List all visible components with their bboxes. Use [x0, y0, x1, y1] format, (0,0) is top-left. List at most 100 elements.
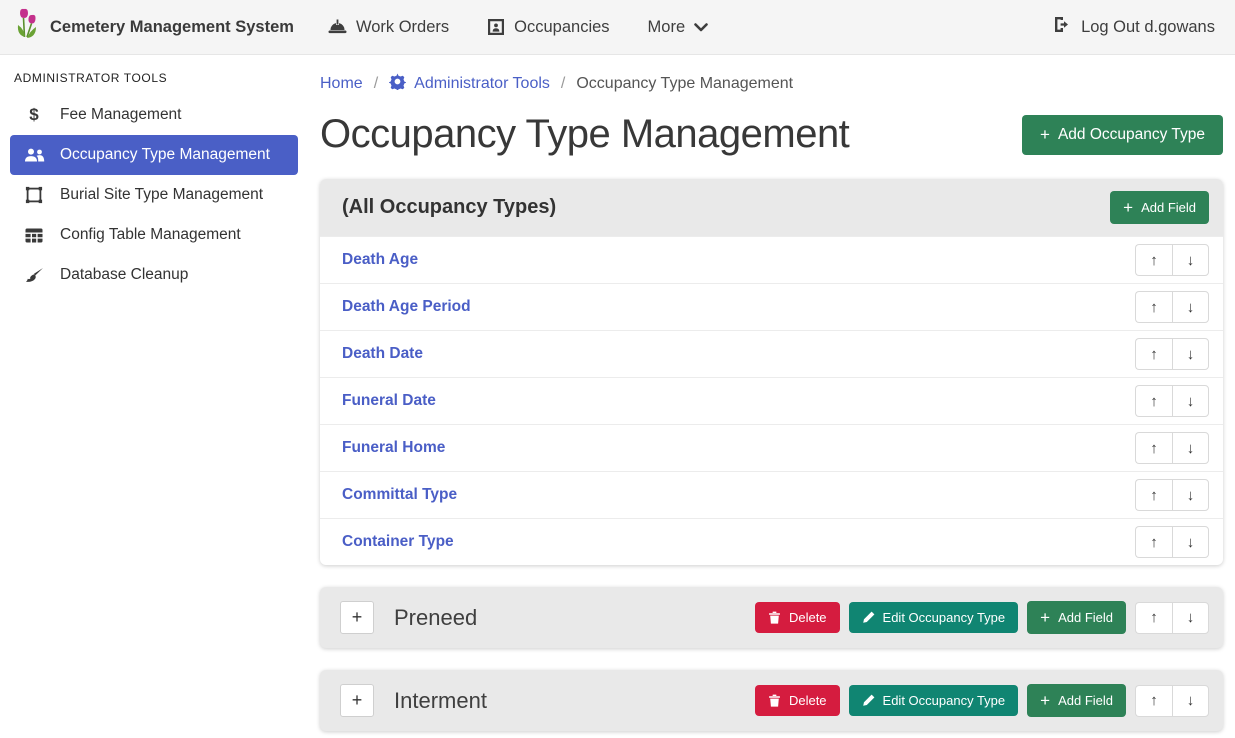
field-link-container-type[interactable]: Container Type — [334, 533, 454, 551]
sidebar-item-fee-management[interactable]: $ Fee Management — [10, 95, 298, 135]
sidebar: Administrator Tools $ Fee Management Occ… — [0, 55, 308, 738]
sidebar-item-label: Fee Management — [60, 106, 182, 124]
field-row: Funeral Date ↑ ↓ — [320, 377, 1223, 424]
tulip-logo-icon — [14, 7, 40, 48]
breadcrumb-current: Occupancy Type Management — [576, 75, 793, 93]
reorder-group: ↑ ↓ — [1135, 291, 1209, 323]
move-down-button[interactable]: ↓ — [1172, 385, 1209, 417]
move-down-button[interactable]: ↓ — [1172, 602, 1209, 634]
dollar-icon: $ — [23, 105, 45, 125]
expand-button[interactable]: + — [340, 684, 374, 717]
delete-label: Delete — [789, 610, 827, 625]
hardhat-icon — [328, 19, 347, 36]
move-down-button[interactable]: ↓ — [1172, 479, 1209, 511]
move-down-button[interactable]: ↓ — [1172, 526, 1209, 558]
breadcrumb-separator: / — [561, 75, 565, 93]
field-row: Committal Type ↑ ↓ — [320, 471, 1223, 518]
sidebar-item-occupancy-type-management[interactable]: Occupancy Type Management — [10, 135, 298, 175]
sidebar-item-burial-site-type-management[interactable]: Burial Site Type Management — [10, 175, 298, 215]
sidebar-item-label: Occupancy Type Management — [60, 146, 270, 164]
delete-button[interactable]: Delete — [755, 602, 840, 633]
edit-occupancy-type-button[interactable]: Edit Occupancy Type — [849, 602, 1019, 633]
field-link-death-age-period[interactable]: Death Age Period — [334, 298, 471, 316]
move-up-button[interactable]: ↑ — [1135, 432, 1172, 464]
move-up-button[interactable]: ↑ — [1135, 685, 1172, 717]
plus-icon: + — [1040, 609, 1050, 626]
sidebar-list: $ Fee Management Occupancy Type Manageme… — [0, 95, 308, 295]
field-row: Death Age Period ↑ ↓ — [320, 283, 1223, 330]
move-up-button[interactable]: ↑ — [1135, 291, 1172, 323]
edit-occupancy-type-label: Edit Occupancy Type — [883, 693, 1006, 708]
panel-title: (All Occupancy Types) — [342, 196, 556, 219]
broom-icon — [23, 267, 45, 283]
add-field-button[interactable]: + Add Field — [1110, 191, 1209, 224]
plus-icon: + — [1123, 199, 1133, 216]
table-icon — [23, 228, 45, 243]
move-up-button[interactable]: ↑ — [1135, 385, 1172, 417]
add-field-button[interactable]: + Add Field — [1027, 684, 1126, 717]
breadcrumb-admin-tools-link[interactable]: Administrator Tools — [389, 73, 550, 95]
logout-button[interactable]: Log Out d.gowans — [1053, 16, 1215, 38]
add-field-label: Add Field — [1141, 200, 1196, 215]
occupancy-type-actions: Delete Edit Occupancy Type + Add Field ↑ — [755, 601, 1209, 634]
expand-button[interactable]: + — [340, 601, 374, 634]
all-occupancy-types-panel: (All Occupancy Types) + Add Field Death … — [320, 179, 1223, 565]
plus-icon: + — [1040, 692, 1050, 709]
move-down-button[interactable]: ↓ — [1172, 338, 1209, 370]
trash-icon — [768, 694, 781, 707]
field-link-death-age[interactable]: Death Age — [334, 251, 418, 269]
reorder-group: ↑ ↓ — [1135, 479, 1209, 511]
move-up-button[interactable]: ↑ — [1135, 526, 1172, 558]
field-row: Container Type ↑ ↓ — [320, 518, 1223, 565]
main-content: Home / Administrator Tools / Occupancy T… — [308, 55, 1235, 738]
move-up-button[interactable]: ↑ — [1135, 479, 1172, 511]
all-occupancy-types-header: (All Occupancy Types) + Add Field — [320, 179, 1223, 236]
edit-occupancy-type-label: Edit Occupancy Type — [883, 610, 1006, 625]
users-icon — [23, 148, 45, 163]
logout-icon — [1053, 16, 1072, 38]
sidebar-item-config-table-management[interactable]: Config Table Management — [10, 215, 298, 255]
delete-button[interactable]: Delete — [755, 685, 840, 716]
reorder-group: ↑ ↓ — [1135, 685, 1209, 717]
nav-work-orders[interactable]: Work Orders — [328, 18, 449, 37]
add-field-button[interactable]: + Add Field — [1027, 601, 1126, 634]
reorder-group: ↑ ↓ — [1135, 385, 1209, 417]
move-down-button[interactable]: ↓ — [1172, 685, 1209, 717]
field-row: Death Date ↑ ↓ — [320, 330, 1223, 377]
field-link-committal-type[interactable]: Committal Type — [334, 486, 457, 504]
move-down-button[interactable]: ↓ — [1172, 244, 1209, 276]
field-link-funeral-date[interactable]: Funeral Date — [334, 392, 436, 410]
add-field-label: Add Field — [1058, 610, 1113, 625]
move-up-button[interactable]: ↑ — [1135, 244, 1172, 276]
reorder-group: ↑ ↓ — [1135, 432, 1209, 464]
sidebar-item-database-cleanup[interactable]: Database Cleanup — [10, 255, 298, 295]
pencil-icon — [862, 611, 875, 624]
sidebar-section-header: Administrator Tools — [0, 61, 308, 91]
plus-icon: + — [1040, 126, 1050, 143]
field-link-death-date[interactable]: Death Date — [334, 345, 423, 363]
occupancy-type-title: Interment — [394, 688, 487, 714]
field-link-funeral-home[interactable]: Funeral Home — [334, 439, 445, 457]
add-field-label: Add Field — [1058, 693, 1113, 708]
pencil-icon — [862, 694, 875, 707]
app-title: Cemetery Management System — [50, 18, 294, 37]
move-down-button[interactable]: ↓ — [1172, 291, 1209, 323]
chevron-down-icon — [694, 23, 708, 32]
reorder-group: ↑ ↓ — [1135, 602, 1209, 634]
add-occupancy-type-label: Add Occupancy Type — [1058, 126, 1205, 144]
move-down-button[interactable]: ↓ — [1172, 432, 1209, 464]
breadcrumb-admin-tools-label: Administrator Tools — [414, 75, 550, 93]
nav-more[interactable]: More — [648, 18, 709, 37]
reorder-group: ↑ ↓ — [1135, 244, 1209, 276]
edit-occupancy-type-button[interactable]: Edit Occupancy Type — [849, 685, 1019, 716]
move-up-button[interactable]: ↑ — [1135, 602, 1172, 634]
move-up-button[interactable]: ↑ — [1135, 338, 1172, 370]
field-row: Death Age ↑ ↓ — [320, 236, 1223, 283]
breadcrumb-home-link[interactable]: Home — [320, 75, 363, 93]
frame-icon — [23, 186, 45, 204]
breadcrumb-separator: / — [374, 75, 378, 93]
nav-more-label: More — [648, 18, 686, 37]
nav-occupancies[interactable]: Occupancies — [487, 18, 609, 37]
add-occupancy-type-button[interactable]: + Add Occupancy Type — [1022, 115, 1223, 155]
gear-icon — [389, 73, 406, 95]
